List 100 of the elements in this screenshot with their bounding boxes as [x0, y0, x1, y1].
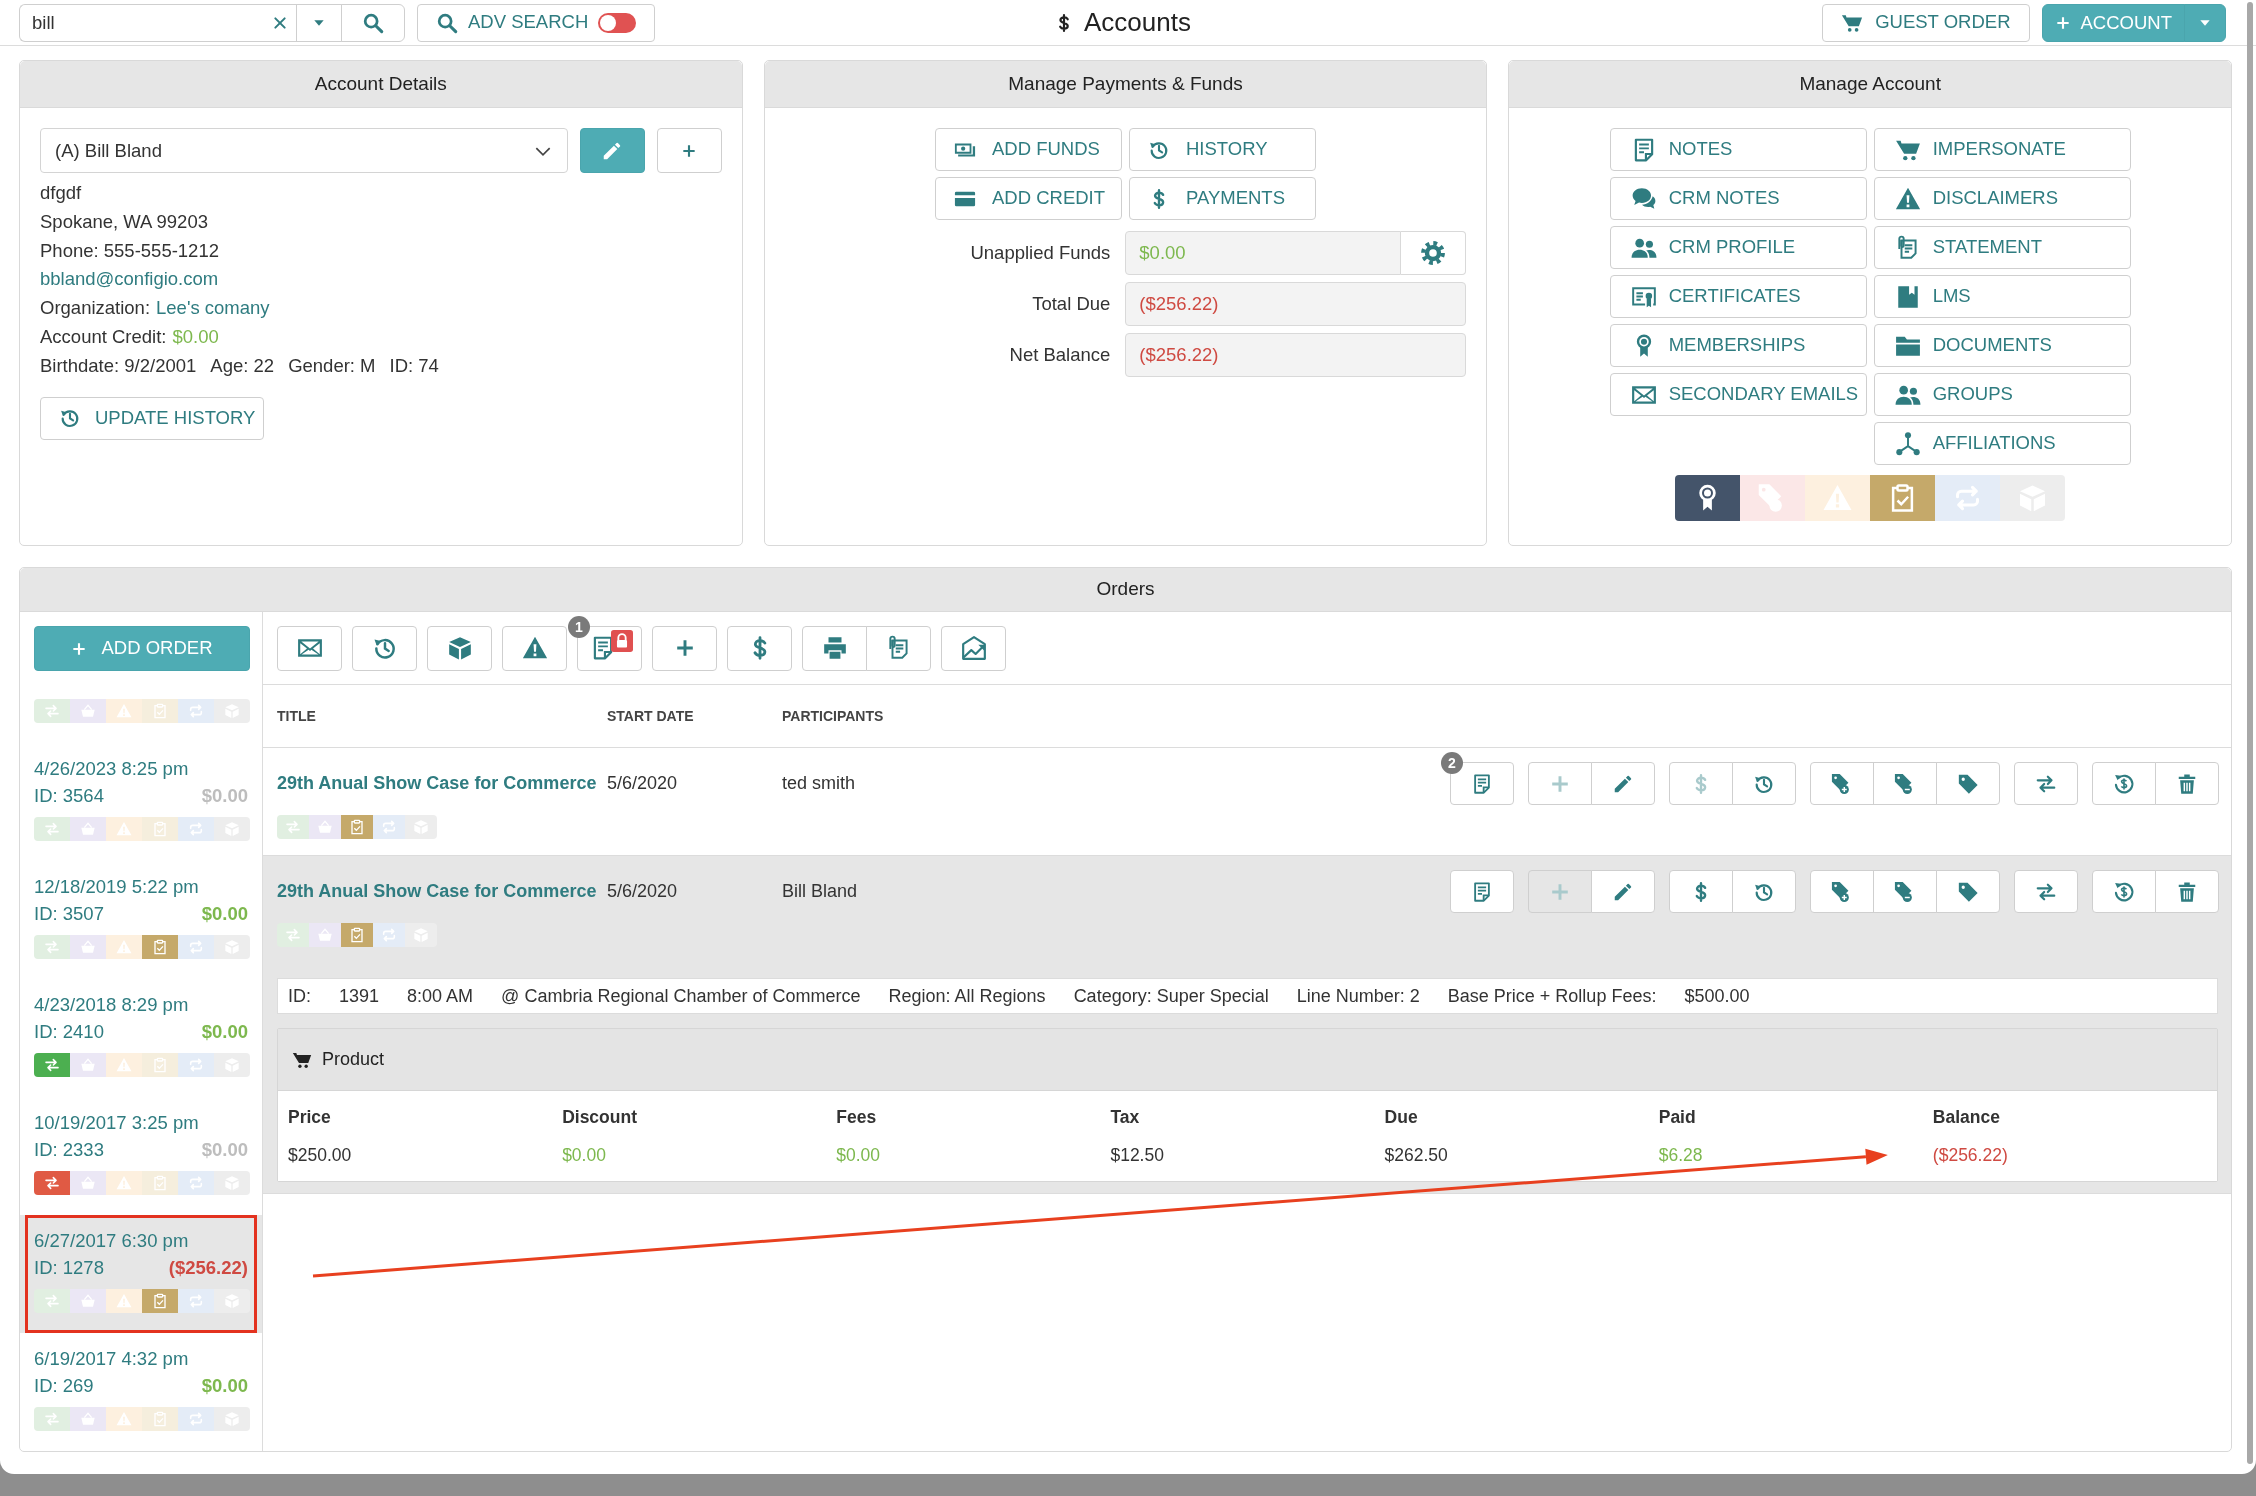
email-button[interactable] — [277, 625, 342, 671]
count-badge: 1 — [568, 615, 590, 638]
participant-name: ted smith — [782, 772, 856, 795]
card-title: Manage Payments & Funds — [1008, 71, 1243, 96]
refund-button[interactable] — [2092, 762, 2156, 805]
delete-button[interactable] — [2155, 870, 2219, 913]
edit-button[interactable] — [1591, 762, 1655, 805]
add-account-button[interactable]: ACCOUNT — [2041, 3, 2185, 42]
disclaimers-button[interactable]: DISCLAIMERS — [1873, 177, 2131, 220]
info-text: 1391 — [339, 984, 380, 1008]
notes-button[interactable]: NOTES — [1609, 128, 1867, 171]
history-button[interactable] — [352, 625, 417, 671]
order-list-item[interactable]: 6/19/2017 4:32 pm ID: 269 $0.00 — [20, 1333, 262, 1451]
info-text: Base Price + Rollup Fees: — [1447, 984, 1657, 1008]
account-select[interactable]: (A) Bill Bland — [40, 128, 568, 173]
guest-order-button[interactable]: GUEST ORDER — [1822, 3, 2030, 42]
account-menu-button[interactable] — [2184, 3, 2226, 42]
impersonate-button[interactable]: IMPERSONATE — [1873, 128, 2131, 171]
swap-button[interactable] — [2014, 870, 2078, 913]
amount-value: $12.50 — [1110, 1144, 1164, 1167]
email-link[interactable]: bbland@configio.com — [40, 265, 219, 295]
card-title: Manage Account — [1799, 71, 1941, 96]
amount-field: ($256.22) — [1125, 333, 1467, 377]
refund-icon — [2113, 772, 2135, 795]
history-button[interactable]: HISTORY — [1129, 128, 1316, 171]
credit-amount: $0.00 — [172, 325, 219, 349]
box-icon — [446, 635, 473, 661]
tag-button[interactable] — [1936, 870, 2000, 913]
detail-text: Spokane, WA 99203 — [40, 209, 209, 234]
column-header: PARTICIPANTS — [782, 706, 884, 726]
order-title-link[interactable]: 29th Anual Show Case for Commerce — [277, 878, 597, 905]
tag-button[interactable] — [1936, 762, 2000, 805]
advanced-search-button[interactable]: ADV SEARCH — [417, 3, 656, 42]
search-button[interactable] — [341, 3, 405, 42]
settings-icon — [1420, 240, 1447, 266]
order-title-link[interactable]: 29th Anual Show Case for Commerce — [277, 770, 597, 797]
add-funds-button[interactable]: ADD FUNDS — [935, 128, 1122, 171]
edit-button[interactable] — [1591, 870, 1655, 913]
tag-plus-button[interactable] — [1810, 762, 1874, 805]
lock-icon — [611, 629, 633, 652]
notes-button[interactable] — [1450, 870, 1514, 913]
payment-button[interactable] — [727, 625, 792, 671]
affiliations-button[interactable]: AFFILIATIONS — [1873, 422, 2131, 465]
network-nodes-icon — [1894, 430, 1921, 457]
print-button[interactable] — [802, 625, 867, 671]
page-title: Accounts — [1084, 6, 1191, 39]
documents-button[interactable]: DOCUMENTS — [1873, 324, 2131, 367]
search-icon — [436, 11, 458, 34]
refund-icon — [2113, 880, 2135, 903]
order-list-item[interactable]: 6/27/2017 6:30 pm ID: 1278 ($256.22) — [20, 1215, 262, 1333]
tag-plus-button[interactable] — [1810, 870, 1874, 913]
crm-notes-button[interactable]: CRM NOTES — [1609, 177, 1867, 220]
add-credit-button[interactable]: ADD CREDIT — [935, 177, 1122, 220]
info-text: Line Number: 2 — [1296, 984, 1420, 1008]
card-title: Orders — [1096, 577, 1155, 602]
email-chart-button[interactable] — [941, 625, 1006, 671]
info-text: Category: Super Special — [1073, 984, 1269, 1008]
order-date: 6/27/2017 6:30 pm — [34, 1229, 190, 1253]
swap-button[interactable] — [2014, 762, 2078, 805]
order-list-item[interactable]: 10/19/2017 3:25 pm ID: 2333 $0.00 — [20, 1097, 262, 1215]
secondary-emails-button[interactable]: SECONDARY EMAILS — [1609, 373, 1867, 416]
order-list-item[interactable]: 4/26/2023 8:25 pm ID: 3564 $0.00 — [20, 743, 262, 861]
toggle-switch[interactable] — [598, 12, 637, 33]
history-button[interactable] — [1732, 762, 1796, 805]
history-button[interactable] — [1732, 870, 1796, 913]
detail-text: Birthdate: 9/2/2001 — [40, 353, 197, 378]
settings-button[interactable] — [1401, 231, 1467, 275]
statement-button[interactable]: STATEMENT — [1873, 226, 2131, 269]
certificates-button[interactable]: CERTIFICATES — [1609, 275, 1867, 318]
tag-minus-button[interactable] — [1873, 762, 1937, 805]
statement-button[interactable] — [866, 625, 931, 671]
amount-value: $262.50 — [1384, 1144, 1448, 1167]
tag-minus-button[interactable] — [1873, 870, 1937, 913]
order-amount: $0.00 — [201, 1374, 248, 1398]
organization-link[interactable]: Lee's comany — [156, 294, 270, 323]
warning-icon — [521, 635, 548, 661]
scrollbar-thumb[interactable] — [2247, 2, 2253, 1464]
payments-button[interactable]: PAYMENTS — [1129, 177, 1316, 220]
column-header: START DATE — [607, 706, 694, 726]
warning-button[interactable] — [502, 625, 567, 671]
add-order-button[interactable]: ADD ORDER — [34, 626, 250, 671]
order-list-item[interactable]: 12/18/2019 5:22 pm ID: 3507 $0.00 — [20, 861, 262, 979]
box-button[interactable] — [427, 625, 492, 671]
amount-value: $0.00 — [836, 1144, 881, 1167]
plus-icon — [2054, 14, 2071, 31]
crm-profile-button[interactable]: CRM PROFILE — [1609, 226, 1867, 269]
add-button[interactable] — [652, 625, 717, 671]
payment-button[interactable] — [1669, 870, 1733, 913]
order-row[interactable]: 29th Anual Show Case for Commerce 5/6/2020 ted smith 2 — [263, 748, 2231, 856]
update-history-button[interactable]: UPDATE HISTORY — [40, 396, 264, 440]
refund-button[interactable] — [2092, 870, 2156, 913]
detail-text: ID: 74 — [389, 353, 439, 378]
edit-button[interactable] — [579, 128, 645, 173]
order-row[interactable] — [263, 856, 2231, 1194]
groups-button[interactable]: GROUPS — [1873, 373, 2131, 416]
order-list-item[interactable]: 4/23/2018 8:29 pm ID: 2410 $0.00 — [20, 979, 262, 1097]
amount-value: $6.28 — [1658, 1144, 1703, 1167]
memberships-button[interactable]: MEMBERSHIPS — [1609, 324, 1867, 367]
lms-button[interactable]: LMS — [1873, 275, 2131, 318]
delete-button[interactable] — [2155, 762, 2219, 805]
